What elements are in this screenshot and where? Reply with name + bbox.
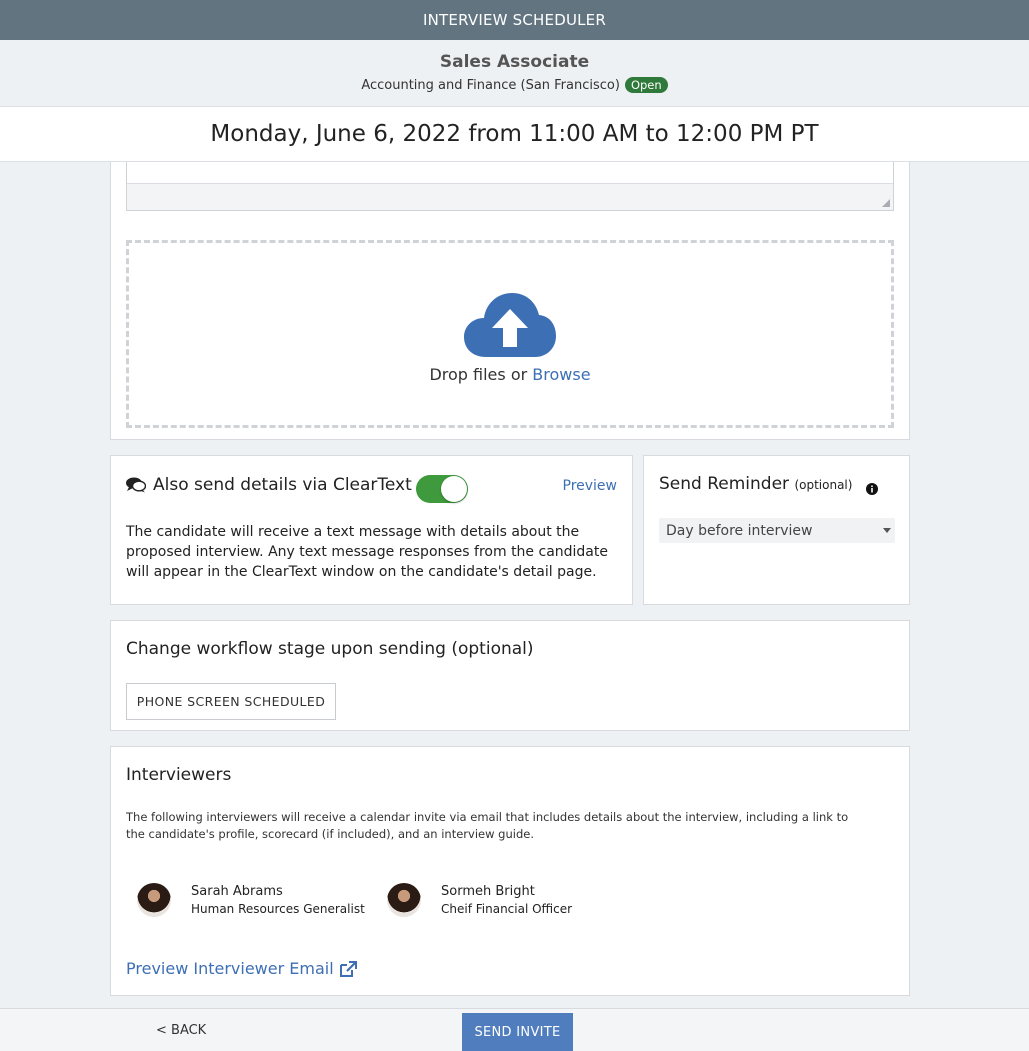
back-button[interactable]: < BACK (156, 1023, 206, 1038)
preview-interviewer-email-label: Preview Interviewer Email (126, 959, 334, 978)
interviewer-name: Sarah Abrams (191, 884, 283, 899)
message-textarea[interactable] (126, 162, 894, 211)
avatar (137, 883, 171, 917)
workflow-stage-button[interactable]: PHONE SCREEN SCHEDULED (126, 683, 336, 720)
job-title: Sales Associate (439, 52, 590, 72)
reminder-card: Send Reminder (optional) Day before inte… (643, 455, 910, 605)
app-title-bar: INTERVIEW SCHEDULER (0, 0, 1029, 40)
info-icon[interactable] (866, 483, 878, 495)
message-upload-card: Drop files or Browse (110, 162, 910, 440)
cleartext-description: The candidate will receive a text messag… (126, 524, 608, 580)
drop-instructions: Drop files or Browse (429, 365, 590, 384)
job-header: Sales Associate Accounting and Finance (… (0, 40, 1029, 107)
interviewer-item: Sormeh Bright Cheif Financial Officer (387, 883, 572, 917)
interviewer-role: Cheif Financial Officer (441, 902, 573, 916)
footer-bar: < BACK SEND INVITE (0, 1008, 1029, 1051)
cleartext-card: Also send details via ClearText Preview … (110, 455, 633, 605)
caret-down-icon (883, 528, 891, 533)
reminder-label: Send Reminder (659, 474, 790, 494)
cleartext-label: Also send details via ClearText (153, 475, 412, 495)
send-invite-button[interactable]: SEND INVITE (462, 1013, 573, 1051)
interviewers-card: Interviewers The following interviewers … (110, 746, 910, 996)
interviewer-role: Human Resources Generalist (191, 902, 365, 916)
resize-grip-icon[interactable] (882, 199, 890, 207)
app-title: INTERVIEW SCHEDULER (423, 11, 606, 29)
interviewer-item: Sarah Abrams Human Resources Generalist (137, 883, 365, 917)
job-department: Accounting and Finance (San Francisco) (361, 77, 620, 93)
cleartext-preview-link[interactable]: Preview (563, 478, 618, 494)
textarea-status-row (127, 183, 893, 210)
interview-datetime: Monday, June 6, 2022 from 11:00 AM to 12… (0, 107, 1029, 162)
avatar (387, 883, 421, 917)
interview-datetime-text: Monday, June 6, 2022 from 11:00 AM to 12… (210, 121, 819, 147)
reminder-select[interactable]: Day before interview (659, 518, 895, 543)
workflow-heading: Change workflow stage upon sending (opti… (126, 639, 534, 659)
interviewers-description: The following interviewers will receive … (126, 810, 849, 841)
workflow-card: Change workflow stage upon sending (opti… (110, 620, 910, 731)
preview-interviewer-email-link[interactable]: Preview Interviewer Email (126, 959, 357, 978)
reminder-heading: Send Reminder (optional) (659, 474, 878, 495)
interviewers-heading: Interviewers (126, 765, 232, 785)
cleartext-heading: Also send details via ClearText (126, 475, 412, 495)
job-subtitle: Accounting and Finance (San Francisco) O… (0, 77, 1029, 93)
job-status-badge: Open (624, 77, 668, 93)
file-dropzone[interactable]: Drop files or Browse (126, 240, 894, 428)
toggle-knob (441, 476, 467, 502)
reminder-selected-value: Day before interview (666, 522, 813, 539)
cloud-upload-icon (464, 292, 556, 357)
chat-bubbles-icon (126, 477, 146, 493)
external-link-icon (339, 960, 357, 977)
reminder-optional: (optional) (794, 478, 853, 492)
interviewer-name: Sormeh Bright (441, 884, 535, 899)
browse-link[interactable]: Browse (532, 365, 590, 384)
drop-text: Drop files or (429, 364, 528, 384)
cleartext-toggle[interactable] (416, 475, 468, 503)
